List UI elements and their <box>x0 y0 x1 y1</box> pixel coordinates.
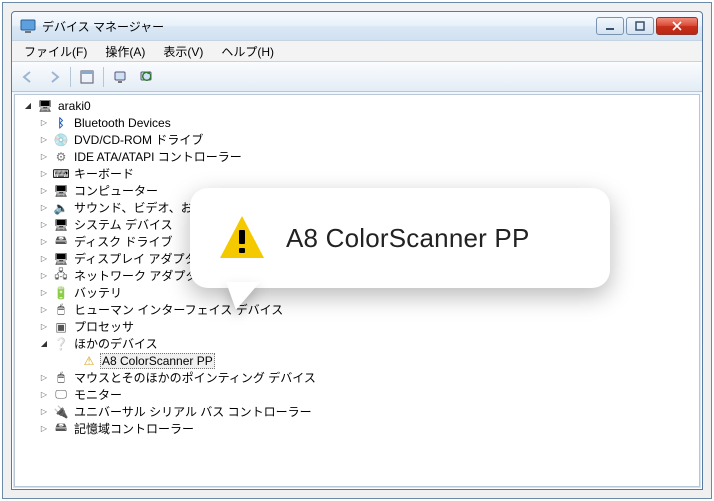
window-title: デバイス マネージャー <box>42 18 590 35</box>
expander-icon[interactable]: ▷ <box>38 389 50 401</box>
tree-category-label[interactable]: Bluetooth Devices <box>72 116 173 130</box>
tree-category[interactable]: ▷ DVD/CD-ROM ドライブ <box>19 131 699 148</box>
menu-file[interactable]: ファイル(F) <box>16 41 95 62</box>
tree-category[interactable]: ▷ キーボード <box>19 165 699 182</box>
tree-category[interactable]: ▷ IDE ATA/ATAPI コントローラー <box>19 148 699 165</box>
toolbar-refresh-button[interactable] <box>134 65 158 89</box>
expander-icon[interactable]: ▷ <box>38 219 50 231</box>
tree-category[interactable]: ▷ 記憶域コントローラー <box>19 420 699 437</box>
kb-icon <box>53 166 69 182</box>
expander-icon[interactable]: ▷ <box>38 406 50 418</box>
expander-icon[interactable]: ◢ <box>22 100 34 112</box>
close-button[interactable] <box>656 17 698 35</box>
other-icon <box>53 336 69 352</box>
tree-root-label[interactable]: araki0 <box>56 99 93 113</box>
expander-icon[interactable]: ▷ <box>38 236 50 248</box>
storage-icon <box>53 421 69 437</box>
toolbar-computer-button[interactable] <box>108 65 132 89</box>
mouse-icon <box>53 370 69 386</box>
tree-category-label[interactable]: プロセッサ <box>72 318 136 335</box>
tree-category-label[interactable]: モニター <box>72 386 124 403</box>
bt-icon <box>53 115 69 131</box>
monitor-icon <box>53 387 69 403</box>
expander-icon[interactable]: ▷ <box>38 202 50 214</box>
tree-category-label[interactable]: コンピューター <box>72 182 160 199</box>
tree-category-label[interactable]: ユニバーサル シリアル バス コントローラー <box>72 403 314 420</box>
menu-help[interactable]: ヘルプ(H) <box>213 41 282 62</box>
tree-category-label[interactable]: バッテリ <box>72 284 124 301</box>
expander-icon[interactable]: ▷ <box>38 304 50 316</box>
tree-category[interactable]: ◢ ほかのデバイス <box>19 335 699 352</box>
expander-spacer <box>66 355 78 367</box>
callout-tail <box>226 282 260 310</box>
toolbar-separator <box>103 67 104 87</box>
callout-bubble: A8 ColorScanner PP <box>190 188 610 288</box>
minimize-button[interactable] <box>596 17 624 35</box>
sound-icon <box>53 200 69 216</box>
expander-icon[interactable]: ▷ <box>38 372 50 384</box>
menubar: ファイル(F) 操作(A) 表示(V) ヘルプ(H) <box>12 40 702 62</box>
tree-category-label[interactable]: ネットワーク アダプタ <box>72 267 199 284</box>
toolbar-pane-button[interactable] <box>75 65 99 89</box>
batt-icon <box>53 285 69 301</box>
expander-icon[interactable]: ▷ <box>38 117 50 129</box>
expander-icon[interactable]: ▷ <box>38 287 50 299</box>
menu-action[interactable]: 操作(A) <box>97 41 153 62</box>
tree-category[interactable]: ▷ヒューマン インターフェイス デバイス <box>19 301 699 318</box>
expander-icon[interactable]: ▷ <box>38 185 50 197</box>
hid-icon <box>53 302 69 318</box>
ide-icon <box>53 149 69 165</box>
menu-view[interactable]: 表示(V) <box>155 41 211 62</box>
expander-icon[interactable]: ▷ <box>38 151 50 163</box>
tree-category-label[interactable]: DVD/CD-ROM ドライブ <box>72 131 205 148</box>
tree-category[interactable]: ▷ マウスとそのほかのポインティング デバイス <box>19 369 699 386</box>
tree-category-label[interactable]: ほかのデバイス <box>72 335 160 352</box>
expander-icon[interactable]: ▷ <box>38 321 50 333</box>
computer-icon <box>37 98 53 114</box>
toolbar <box>12 62 702 92</box>
expander-icon[interactable]: ◢ <box>38 338 50 350</box>
tree-category-label[interactable]: ディスク ドライブ <box>72 233 175 250</box>
warning-icon <box>216 212 268 264</box>
window-buttons <box>596 17 698 35</box>
expander-icon[interactable]: ▷ <box>38 168 50 180</box>
tree-device[interactable]: A8 ColorScanner PP <box>19 352 699 369</box>
titlebar: デバイス マネージャー <box>12 12 702 40</box>
expander-icon[interactable]: ▷ <box>38 134 50 146</box>
tree-category[interactable]: ▷ プロセッサ <box>19 318 699 335</box>
tree-category-label[interactable]: ディスプレイ アダプタ <box>72 250 199 267</box>
tree-category[interactable]: ▷ Bluetooth Devices <box>19 114 699 131</box>
disk-icon <box>53 234 69 250</box>
tree-category-label[interactable]: システム デバイス <box>72 216 175 233</box>
cpu-icon <box>53 319 69 335</box>
tree-root-node[interactable]: ◢ araki0 <box>19 97 699 114</box>
net-icon <box>53 268 69 284</box>
app-icon <box>20 18 36 34</box>
tree-device-label[interactable]: A8 ColorScanner PP <box>100 353 215 369</box>
expander-icon[interactable]: ▷ <box>38 423 50 435</box>
toolbar-forward-button[interactable] <box>42 65 66 89</box>
tree-category-label[interactable]: IDE ATA/ATAPI コントローラー <box>72 148 244 165</box>
tree-category-label[interactable]: 記憶域コントローラー <box>72 420 196 437</box>
expander-icon[interactable]: ▷ <box>38 270 50 282</box>
tree-category-label[interactable]: キーボード <box>72 165 136 182</box>
tree-category[interactable]: ▷ ユニバーサル シリアル バス コントローラー <box>19 403 699 420</box>
tree-category-label[interactable]: マウスとそのほかのポインティング デバイス <box>72 369 318 386</box>
tree-content[interactable]: ◢ araki0 ▷ Bluetooth Devices ▷ DVD/CD-ROM ドライ… <box>14 94 700 487</box>
cd-icon <box>53 132 69 148</box>
toolbar-separator <box>70 67 71 87</box>
tree-category-label[interactable]: サウンド、ビデオ、およ <box>72 199 207 216</box>
callout-text: A8 ColorScanner PP <box>286 223 530 254</box>
maximize-button[interactable] <box>626 17 654 35</box>
warn-icon <box>81 353 97 369</box>
expander-icon[interactable]: ▷ <box>38 253 50 265</box>
tree-category[interactable]: ▷ モニター <box>19 386 699 403</box>
toolbar-back-button[interactable] <box>16 65 40 89</box>
pc-icon <box>53 183 69 199</box>
